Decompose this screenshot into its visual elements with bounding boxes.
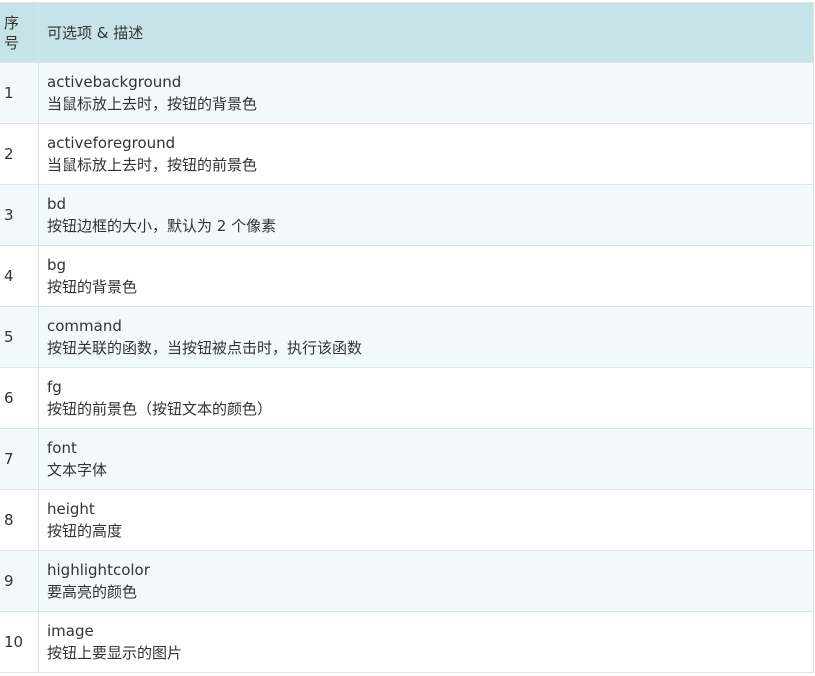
table-row: 4 bg 按钮的背景色: [0, 245, 814, 307]
option-name: highlightcolor: [47, 561, 150, 579]
option-name: fg: [47, 378, 62, 396]
option-name: command: [47, 317, 122, 335]
table-header-row: 序 号 可选项 & 描述: [0, 2, 814, 63]
option-name: activeforeground: [47, 134, 176, 152]
header-number-line2: 号: [4, 33, 20, 52]
option-name: image: [47, 622, 94, 640]
option-name: bd: [47, 195, 67, 213]
table-row: 8 height 按钮的高度: [0, 489, 814, 551]
option-description: 按钮关联的函数，当按钮被点击时，执行该函数: [47, 339, 363, 357]
row-number: 7: [0, 428, 39, 490]
table-row: 2 activeforeground 当鼠标放上去时，按钮的前景色: [0, 123, 814, 185]
row-number: 3: [0, 184, 39, 246]
row-number: 6: [0, 367, 39, 429]
row-option-cell: fg 按钮的前景色（按钮文本的颜色）: [38, 367, 814, 429]
header-number-line1: 序: [4, 13, 20, 32]
table-row: 6 fg 按钮的前景色（按钮文本的颜色）: [0, 367, 814, 429]
option-description: 文本字体: [47, 461, 108, 479]
header-number: 序 号: [0, 2, 39, 63]
row-option-cell: highlightcolor 要高亮的颜色: [38, 550, 814, 612]
row-option-cell: font 文本字体: [38, 428, 814, 490]
row-option-cell: height 按钮的高度: [38, 489, 814, 551]
option-name: height: [47, 500, 95, 518]
table-row: 7 font 文本字体: [0, 428, 814, 490]
option-description: 按钮的高度: [47, 522, 123, 540]
option-name: bg: [47, 256, 67, 274]
option-description: 当鼠标放上去时，按钮的前景色: [47, 156, 258, 174]
row-option-cell: bd 按钮边框的大小，默认为 2 个像素: [38, 184, 814, 246]
option-description: 按钮的背景色: [47, 278, 138, 296]
row-number: 8: [0, 489, 39, 551]
row-option-cell: activebackground 当鼠标放上去时，按钮的背景色: [38, 62, 814, 124]
option-name: activebackground: [47, 73, 182, 91]
row-option-cell: activeforeground 当鼠标放上去时，按钮的前景色: [38, 123, 814, 185]
row-option-cell: command 按钮关联的函数，当按钮被点击时，执行该函数: [38, 306, 814, 368]
table-row: 5 command 按钮关联的函数，当按钮被点击时，执行该函数: [0, 306, 814, 368]
table-row: 9 highlightcolor 要高亮的颜色: [0, 550, 814, 612]
table-row: 10 image 按钮上要显示的图片: [0, 611, 814, 673]
row-number: 5: [0, 306, 39, 368]
row-option-cell: bg 按钮的背景色: [38, 245, 814, 307]
option-description: 按钮上要显示的图片: [47, 644, 183, 662]
row-number: 2: [0, 123, 39, 185]
table-row: 1 activebackground 当鼠标放上去时，按钮的背景色: [0, 62, 814, 124]
row-number: 10: [0, 611, 39, 673]
option-name: font: [47, 439, 77, 457]
option-description: 要高亮的颜色: [47, 583, 138, 601]
table-row: 3 bd 按钮边框的大小，默认为 2 个像素: [0, 184, 814, 246]
option-description: 当鼠标放上去时，按钮的背景色: [47, 95, 258, 113]
row-option-cell: image 按钮上要显示的图片: [38, 611, 814, 673]
options-table: 序 号 可选项 & 描述 1 activebackground 当鼠标放上去时，按钮…: [0, 2, 814, 673]
option-description: 按钮的前景色（按钮文本的颜色）: [47, 400, 273, 418]
row-number: 4: [0, 245, 39, 307]
row-number: 1: [0, 62, 39, 124]
header-option-description: 可选项 & 描述: [38, 2, 814, 63]
option-description: 按钮边框的大小，默认为 2 个像素: [47, 217, 277, 235]
row-number: 9: [0, 550, 39, 612]
